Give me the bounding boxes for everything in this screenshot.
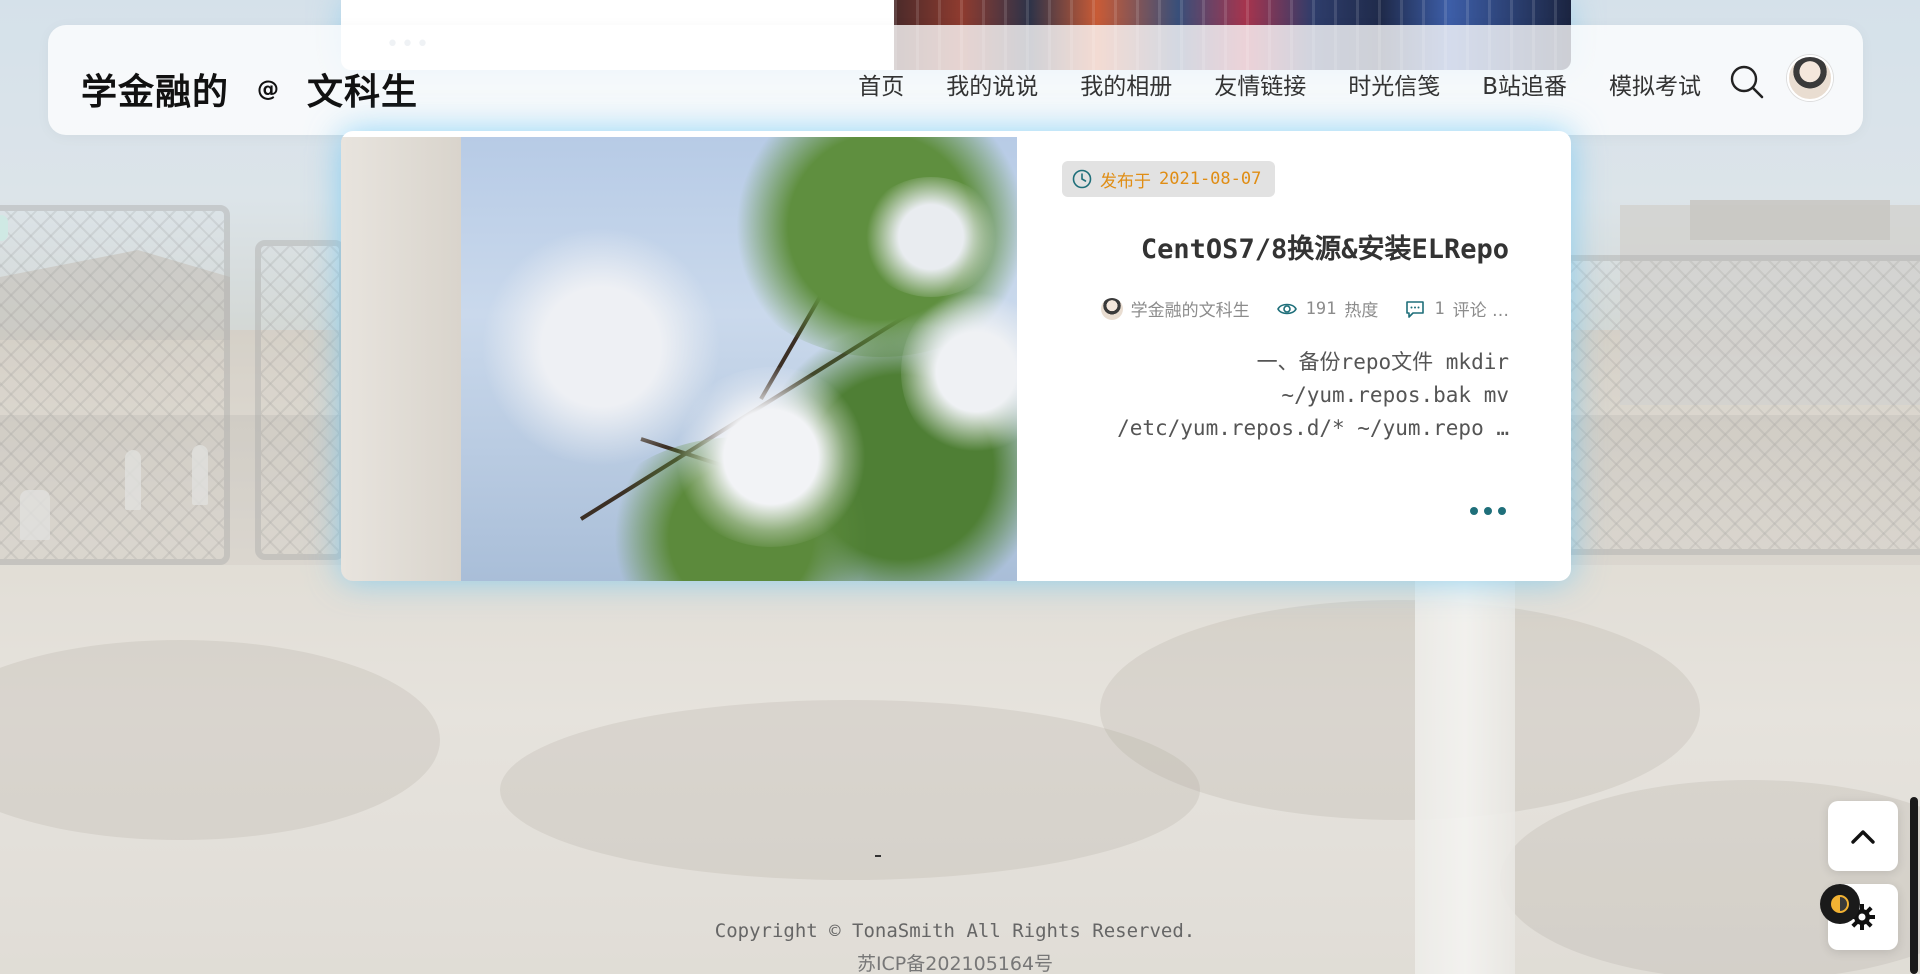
brand-name-part2: 文科生: [307, 72, 419, 113]
post-comments-label[interactable]: 评论 …: [1453, 296, 1509, 321]
theme-toggle-icon: [1831, 895, 1849, 913]
side-widget-tab[interactable]: [0, 215, 8, 241]
post-excerpt-line: ~/yum.repos.bak mv: [1281, 383, 1509, 407]
dot-icon: [1484, 507, 1492, 515]
post-title[interactable]: CentOS7/8换源&安装ELRepo: [1141, 227, 1509, 266]
post-date: 2021-08-07: [1159, 169, 1262, 189]
footer-divider: [875, 855, 881, 857]
theme-toggle-button[interactable]: [1820, 884, 1860, 924]
post-card[interactable]: 发布于 2021-08-07 CentOS7/8换源&安装ELRepo 学金融的…: [341, 131, 1571, 581]
post-thumbnail[interactable]: [341, 137, 1017, 581]
post-meta: 学金融的文科生 191 热度 1 评论 …: [1100, 296, 1509, 321]
main-nav: 首页 我的说说 我的相册 友情链接 时光信笺 B站追番 模拟考试: [816, 67, 1701, 101]
post-excerpt: 一、备份repo文件 mkdir ~/yum.repos.bak mv /etc…: [1069, 346, 1509, 445]
post-author[interactable]: 学金融的文科生: [1131, 296, 1250, 321]
post-date-label: 发布于: [1100, 171, 1151, 192]
brand-name-part1: 学金融的: [81, 72, 230, 113]
author-avatar: [1100, 297, 1123, 320]
post-comments-count: 1: [1434, 298, 1445, 319]
nav-item-moments[interactable]: 我的说说: [946, 67, 1038, 101]
nav-item-mock-exam[interactable]: 模拟考试: [1609, 67, 1701, 101]
back-to-top-button[interactable]: [1828, 801, 1898, 871]
nav-item-album[interactable]: 我的相册: [1080, 67, 1172, 101]
site-header: 学金融的 @ 文科生 首页 我的说说 我的相册 友情链接 时光信笺 B站追番 模…: [48, 25, 1863, 135]
nav-item-home[interactable]: 首页: [858, 67, 904, 101]
nav-item-letters[interactable]: 时光信笺: [1348, 67, 1440, 101]
chevron-up-icon: [1851, 830, 1875, 844]
dot-icon: [1498, 507, 1506, 515]
clock-icon: [1072, 169, 1092, 189]
footer-icp-link[interactable]: 苏ICP备202105164号: [0, 949, 1910, 974]
search-icon[interactable]: [1729, 64, 1765, 100]
post-excerpt-line: 一、备份repo文件 mkdir: [1256, 350, 1509, 374]
user-avatar[interactable]: [1787, 55, 1833, 101]
site-logo[interactable]: 学金融的 @ 文科生: [81, 63, 418, 115]
read-more-button[interactable]: [1470, 507, 1506, 515]
post-excerpt-line: /etc/yum.repos.d/* ~/yum.repo …: [1117, 416, 1509, 440]
brand-at-sign: @: [257, 76, 280, 102]
post-date-badge: 发布于 2021-08-07: [1062, 161, 1276, 197]
comment-icon: [1406, 300, 1425, 318]
nav-item-links[interactable]: 友情链接: [1214, 67, 1306, 101]
footer-copyright: Copyright © TonaSmith All Rights Reserve…: [714, 920, 1196, 942]
post-body: 发布于 2021-08-07 CentOS7/8换源&安装ELRepo 学金融的…: [1017, 131, 1571, 581]
post-views-label: 热度: [1344, 301, 1379, 321]
eye-icon: [1276, 303, 1297, 314]
page-scrollbar-thumb[interactable]: [1910, 797, 1918, 974]
nav-item-bilibili-anime[interactable]: B站追番: [1482, 67, 1567, 101]
post-views-count: 191: [1305, 298, 1337, 319]
dot-icon: [1470, 507, 1478, 515]
